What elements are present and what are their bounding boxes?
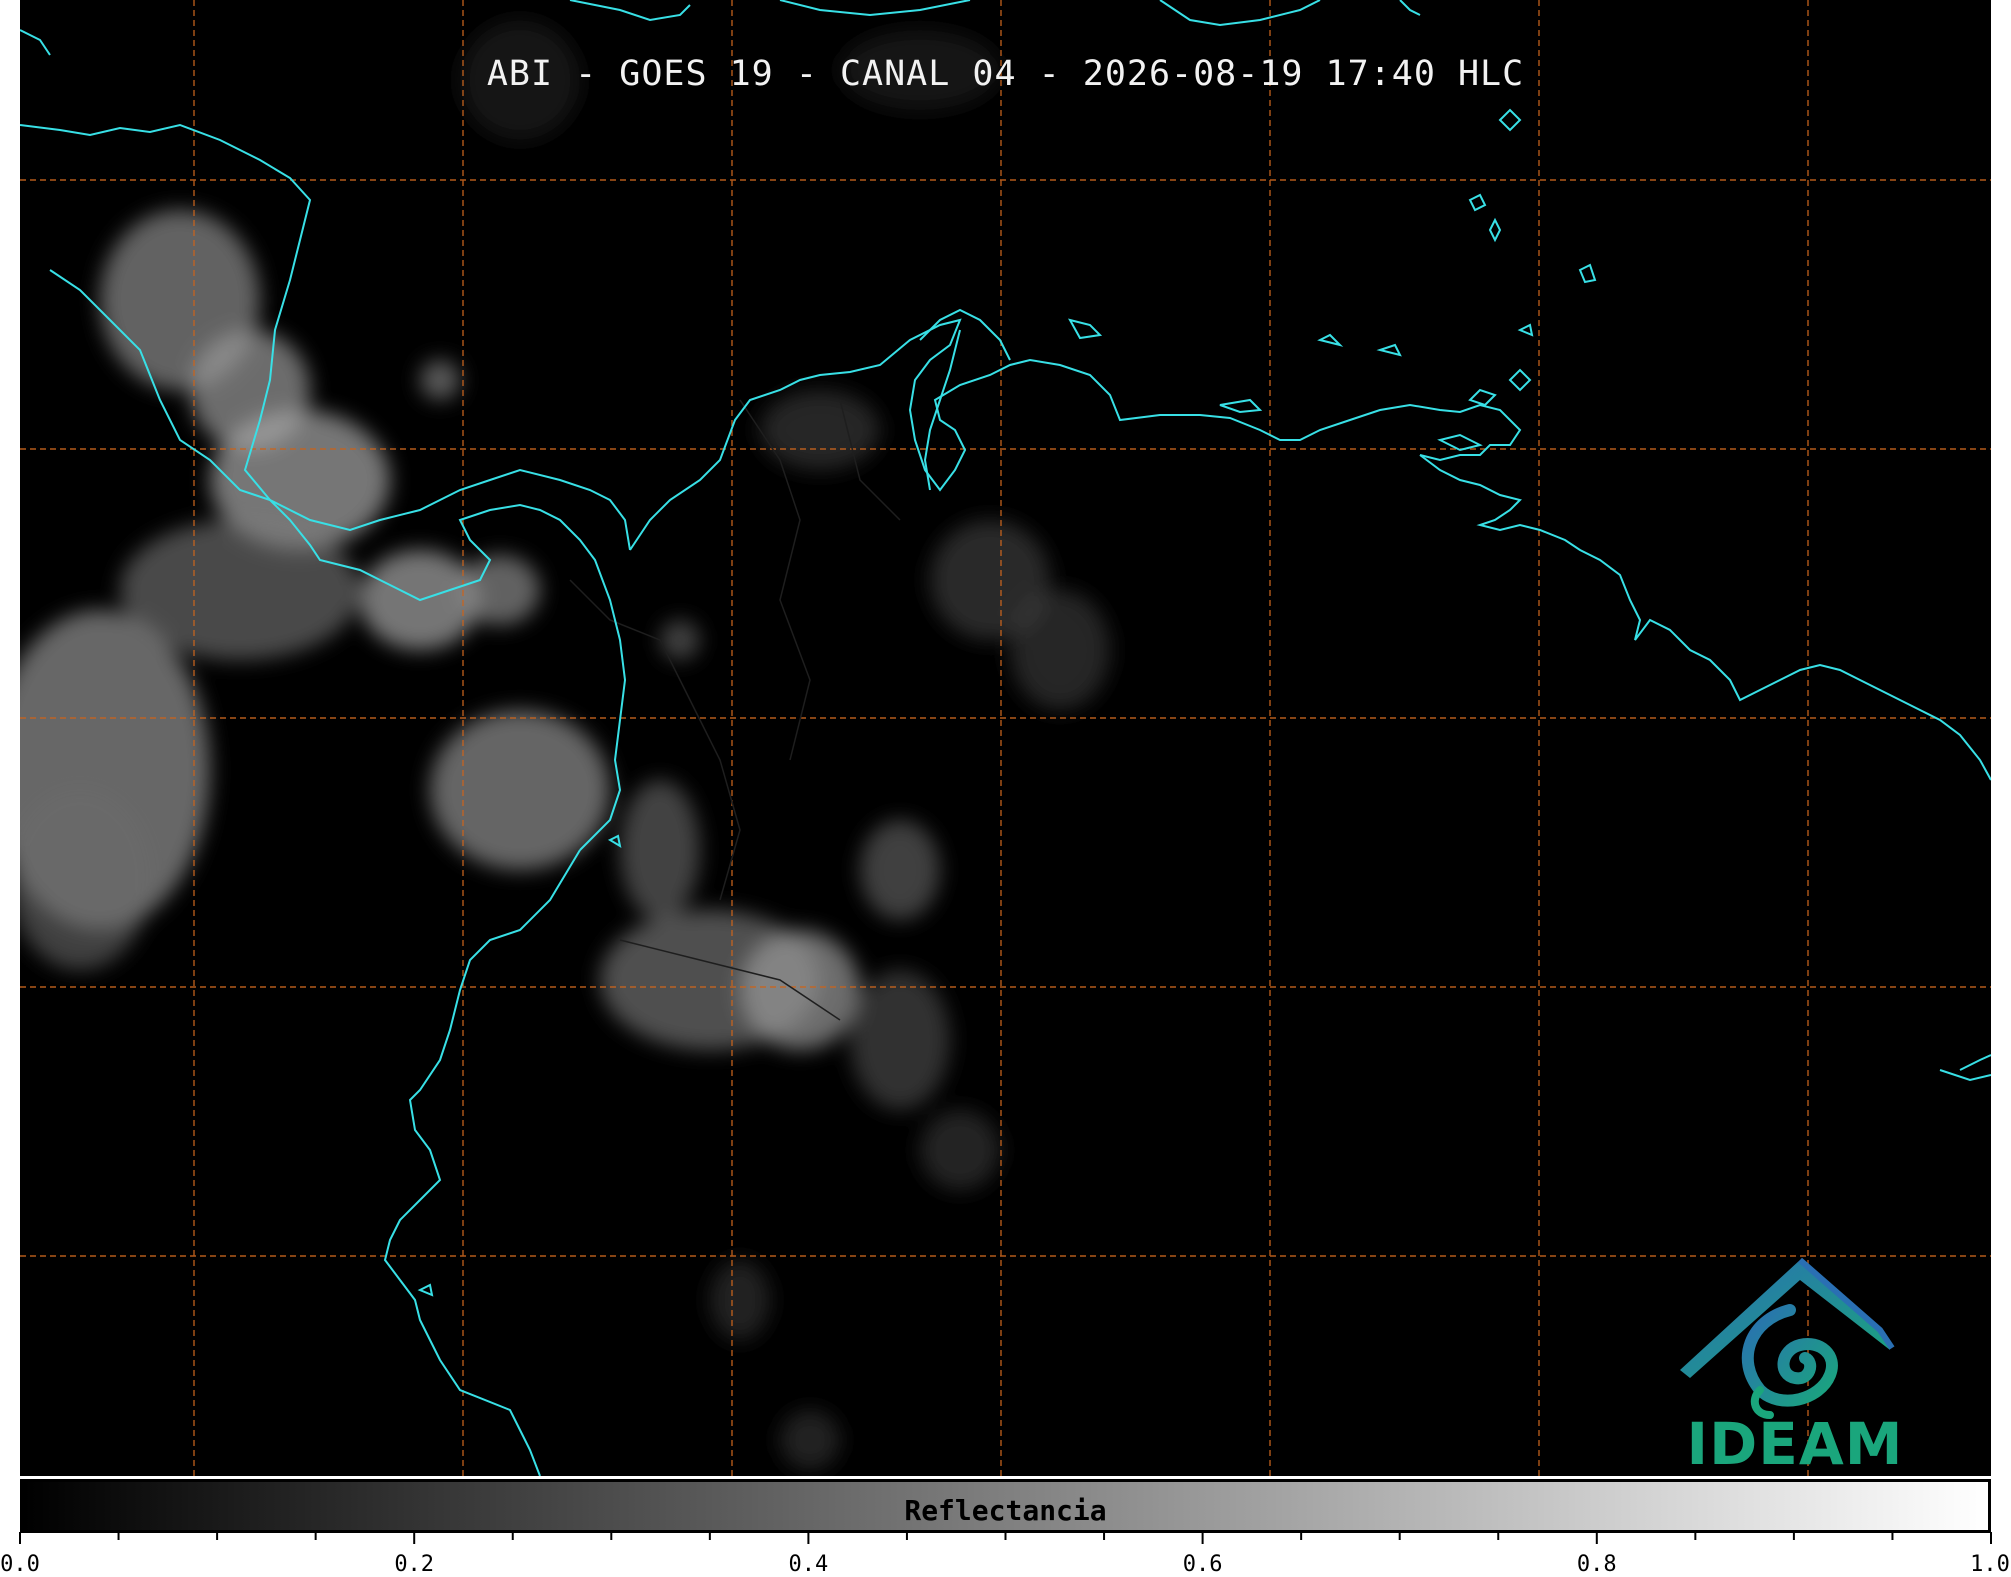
colorbar-tick-label: 0.2	[394, 1552, 435, 1577]
colorbar: Reflectancia	[20, 1479, 1991, 1533]
colorbar-tick-label: 1.0	[1970, 1552, 2010, 1577]
colorbar-tick-label: 0.6	[1182, 1552, 1223, 1577]
colorbar-tick-label: 0.0	[0, 1552, 40, 1577]
map-title: ABI - GOES 19 - CANAL 04 - 2026-08-19 17…	[486, 54, 1525, 94]
colorbar-tick-label: 0.4	[788, 1552, 829, 1577]
colorbar-label: Reflectancia	[904, 1494, 1107, 1527]
ideam-logo-text: IDEAM	[1686, 1410, 1904, 1476]
satellite-map: ABI - GOES 19 - CANAL 04 - 2026-08-19 17…	[20, 0, 1991, 1476]
colorbar-tick-label: 0.8	[1576, 1552, 1617, 1577]
colorbar-ticks	[19, 1532, 1992, 1544]
